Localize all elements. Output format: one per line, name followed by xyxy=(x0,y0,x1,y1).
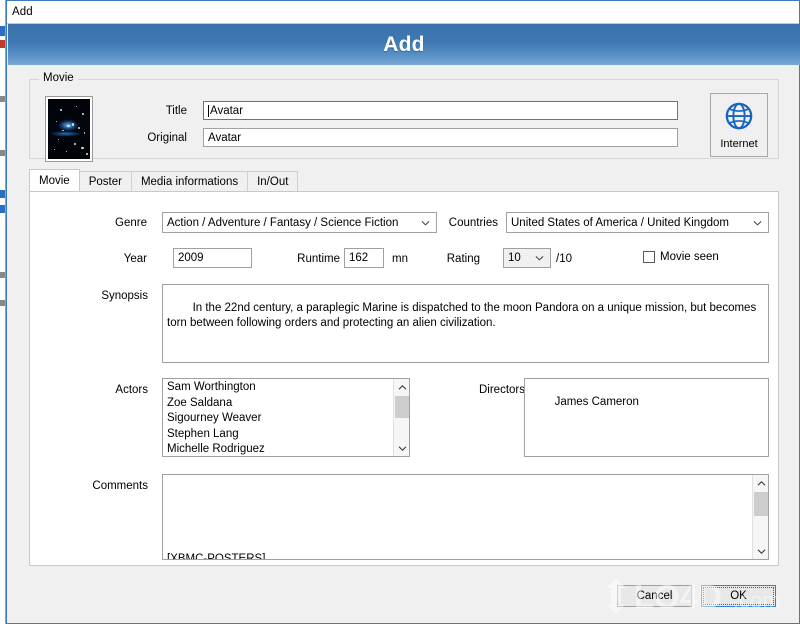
runtime-value: 162 xyxy=(349,252,369,264)
year-label: Year xyxy=(123,253,147,265)
screenshot-root: Add Add Movie Title Avatar Original Avat… xyxy=(0,0,800,624)
avatar-poster-image xyxy=(48,99,90,159)
synopsis-textarea[interactable]: In the 22nd century, a paraplegic Marine… xyxy=(162,284,769,363)
comments-line xyxy=(167,506,750,522)
bg-mark xyxy=(0,205,5,213)
original-label: Original xyxy=(147,132,187,144)
tab-media-informations-label: Media informations xyxy=(140,175,239,188)
bg-mark xyxy=(0,26,5,36)
chevron-down-icon xyxy=(421,218,430,227)
genre-value: Action / Adventure / Fantasy / Science F… xyxy=(167,216,399,229)
movie-tab-page: Genre Action / Adventure / Fantasy / Sci… xyxy=(29,191,779,566)
bg-mark xyxy=(0,272,5,278)
genre-combobox[interactable]: Action / Adventure / Fantasy / Science F… xyxy=(162,212,437,233)
countries-value: United States of America / United Kingdo… xyxy=(511,216,729,229)
window-titlebar: Add xyxy=(7,1,799,24)
tab-poster[interactable]: Poster xyxy=(78,171,132,191)
internet-button[interactable]: Internet xyxy=(710,93,768,157)
actors-label: Actors xyxy=(115,384,148,396)
tab-media-informations[interactable]: Media informations xyxy=(130,171,249,191)
rating-label: Rating xyxy=(446,253,480,265)
title-input-value: Avatar xyxy=(210,104,244,117)
movie-seen-label: Movie seen xyxy=(660,251,719,263)
bg-mark xyxy=(0,40,5,48)
tab-poster-label: Poster xyxy=(88,175,122,188)
movie-seen-checkbox[interactable]: Movie seen xyxy=(643,251,719,263)
comments-textarea[interactable]: [XBMC-POSTERS] http://image.tmdb.org/t/p… xyxy=(162,474,769,560)
tabstrip: Movie Poster Media informations In/Out xyxy=(29,169,779,191)
ok-button-label: OK xyxy=(730,590,747,602)
directors-value: James Cameron xyxy=(554,396,639,408)
rating-suffix-label: /10 xyxy=(556,253,572,265)
original-input[interactable]: Avatar xyxy=(203,128,678,147)
scroll-up-icon[interactable] xyxy=(753,475,768,491)
genre-label: Genre xyxy=(115,217,147,229)
year-value: 2009 xyxy=(178,252,204,264)
scrollbar-thumb[interactable] xyxy=(754,492,768,516)
bg-mark xyxy=(0,150,5,156)
tab-in-out[interactable]: In/Out xyxy=(247,171,299,191)
scroll-up-icon[interactable] xyxy=(394,379,409,395)
countries-label: Countries xyxy=(448,217,498,229)
tab-in-out-label: In/Out xyxy=(257,175,289,188)
cancel-button[interactable]: Cancel xyxy=(617,585,692,607)
countries-combobox[interactable]: United States of America / United Kingdo… xyxy=(506,212,769,233)
actors-listbox[interactable]: Sam Worthington Zoe Saldana Sigourney We… xyxy=(162,378,410,457)
checkbox-box-icon xyxy=(643,251,655,263)
synopsis-value: In the 22nd century, a paraplegic Marine… xyxy=(167,302,760,329)
tab-movie[interactable]: Movie xyxy=(29,169,80,191)
banner-title: Add xyxy=(383,32,425,56)
list-item[interactable]: Sam Worthington xyxy=(167,380,409,396)
runtime-label: Runtime xyxy=(297,253,340,265)
movie-groupbox-legend: Movie xyxy=(39,72,78,84)
runtime-unit-label: mn xyxy=(392,253,408,265)
comments-scrollbar[interactable] xyxy=(752,475,768,559)
scrollbar-thumb[interactable] xyxy=(395,396,409,418)
add-movie-dialog: Add Add Movie Title Avatar Original Avat… xyxy=(6,0,800,624)
title-label: Title xyxy=(165,105,187,117)
list-item[interactable]: Michelle Rodriguez xyxy=(167,442,409,456)
comments-label: Comments xyxy=(92,480,148,492)
list-item[interactable]: Sigourney Weaver xyxy=(167,411,409,427)
poster-thumbnail[interactable] xyxy=(45,96,93,162)
globe-icon xyxy=(724,101,754,136)
ok-button[interactable]: OK xyxy=(701,585,776,607)
original-input-value: Avatar xyxy=(208,131,242,144)
window-title-text: Add xyxy=(12,6,33,18)
cancel-button-label: Cancel xyxy=(636,590,673,602)
text-caret xyxy=(208,104,209,117)
internet-button-label: Internet xyxy=(720,137,758,150)
directors-label: Directors xyxy=(478,384,525,396)
list-item[interactable]: Zoe Saldana xyxy=(167,396,409,412)
actors-items: Sam Worthington Zoe Saldana Sigourney We… xyxy=(163,379,409,456)
year-input[interactable]: 2009 xyxy=(173,248,252,268)
comments-line: [XBMC-POSTERS] xyxy=(167,552,266,560)
bg-mark xyxy=(0,300,5,306)
chevron-down-icon xyxy=(535,254,544,263)
scroll-down-icon[interactable] xyxy=(753,543,768,559)
synopsis-label: Synopsis xyxy=(101,290,148,302)
list-item[interactable]: Stephen Lang xyxy=(167,427,409,443)
rating-combobox[interactable]: 10 xyxy=(503,248,551,268)
dialog-banner: Add xyxy=(8,24,800,65)
bg-mark xyxy=(0,190,5,198)
chevron-down-icon xyxy=(753,218,762,227)
title-input[interactable]: Avatar xyxy=(203,101,678,120)
scroll-down-icon[interactable] xyxy=(394,440,409,456)
tab-movie-label: Movie xyxy=(39,174,70,187)
actors-scrollbar[interactable] xyxy=(393,379,409,456)
runtime-input[interactable]: 162 xyxy=(344,248,384,268)
bg-mark xyxy=(0,96,5,102)
directors-textarea[interactable]: James Cameron xyxy=(524,378,769,457)
rating-value: 10 xyxy=(508,252,521,264)
